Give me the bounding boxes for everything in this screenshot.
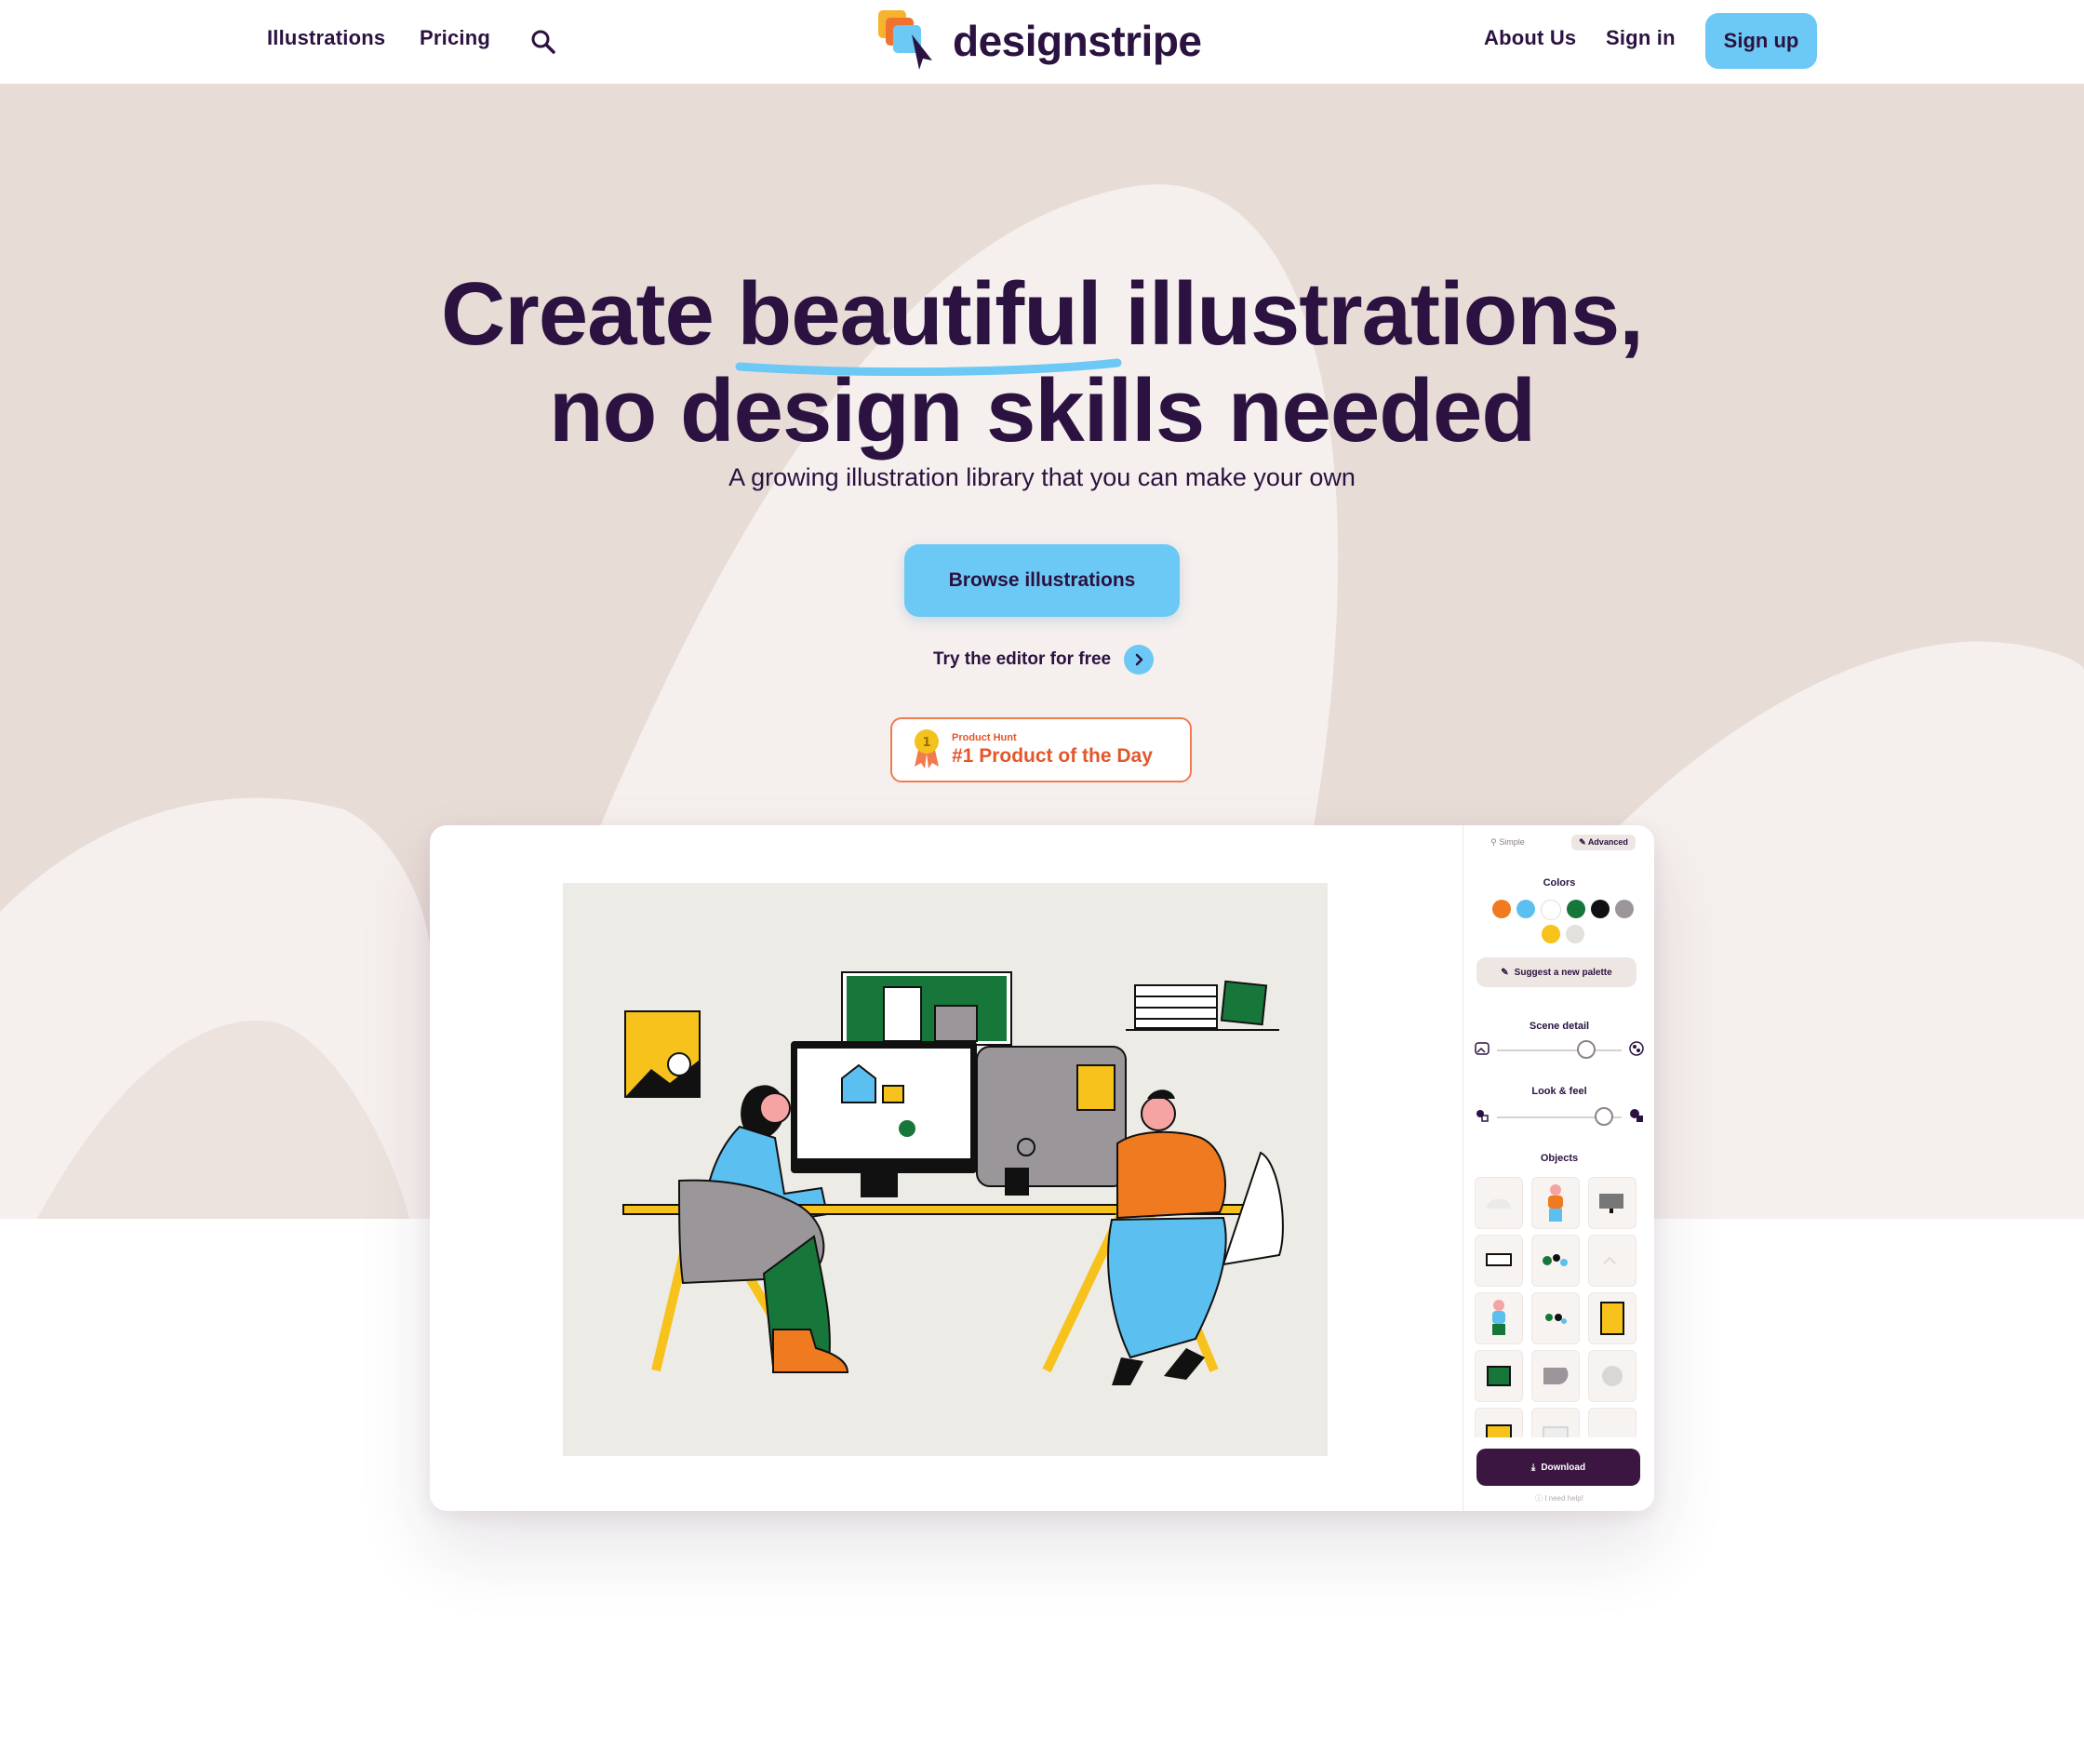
object-blank[interactable] <box>1588 1408 1636 1437</box>
object-plants[interactable] <box>1531 1235 1580 1287</box>
hero-title-highlight: beautiful <box>735 264 1122 376</box>
search-icon[interactable] <box>530 29 556 60</box>
try-editor-link[interactable]: Try the editor for free <box>933 644 1155 675</box>
object-desk-monitor[interactable] <box>1475 1235 1523 1287</box>
download-label: Download <box>1541 1462 1586 1473</box>
editor-side-panel: ⚲ Simple ✎ Advanced Colors ✎ Suggest a n… <box>1463 825 1654 1511</box>
mode-tabs: ⚲ Simple ✎ Advanced <box>1463 835 1654 850</box>
scene-detail-knob[interactable] <box>1577 1040 1596 1059</box>
suggest-palette-button[interactable]: ✎ Suggest a new palette <box>1476 957 1636 987</box>
product-hunt-badge[interactable]: 1 Product Hunt #1 Product of the Day <box>890 717 1192 782</box>
editor-preview: ⚲ Simple ✎ Advanced Colors ✎ Suggest a n… <box>430 825 1654 1511</box>
look-feel-knob[interactable] <box>1595 1107 1614 1126</box>
image-detailed-icon <box>1629 1040 1644 1061</box>
magic-wand-icon: ⚲ <box>1490 837 1497 847</box>
objects-label: Objects <box>1540 1153 1579 1164</box>
colors-label: Colors <box>1543 877 1576 889</box>
hero-title-part2: illustrations, <box>1101 264 1644 364</box>
hero-title-line2: no design skills needed <box>549 361 1536 461</box>
sign-up-button[interactable]: Sign up <box>1705 13 1817 69</box>
look-feel-label: Look & feel <box>1531 1086 1587 1097</box>
object-monitor[interactable] <box>1588 1177 1636 1229</box>
object-person-standing[interactable] <box>1475 1292 1523 1344</box>
object-picture[interactable] <box>1475 1350 1523 1402</box>
help-icon: ⓘ <box>1534 1494 1543 1503</box>
scene-detail-slider[interactable] <box>1497 1040 1622 1059</box>
nav-pricing[interactable]: Pricing <box>420 26 490 50</box>
color-swatch[interactable] <box>1615 900 1634 918</box>
download-icon: ⤓ <box>1530 1462 1536 1473</box>
image-simple-icon <box>1475 1041 1490 1061</box>
color-swatch[interactable] <box>1566 925 1584 943</box>
look-feel-slider[interactable] <box>1497 1107 1622 1126</box>
browse-illustrations-button[interactable]: Browse illustrations <box>904 544 1180 617</box>
object-notes[interactable] <box>1588 1235 1636 1287</box>
office-illustration <box>622 971 1284 1385</box>
logo[interactable]: designstripe <box>875 7 1202 74</box>
color-swatch[interactable] <box>1492 900 1511 918</box>
medal-number: 1 <box>922 736 930 750</box>
object-person-sitting[interactable] <box>1531 1177 1580 1229</box>
objects-grid <box>1475 1177 1646 1437</box>
logo-text: designstripe <box>953 17 1202 65</box>
tab-advanced-label: Advanced <box>1587 837 1628 847</box>
download-button[interactable]: ⤓ Download <box>1476 1449 1640 1486</box>
try-editor-label: Try the editor for free <box>933 649 1112 669</box>
object-map[interactable] <box>1531 1292 1580 1344</box>
object-shelf[interactable] <box>1531 1408 1580 1437</box>
hero-title: Create beautiful illustrations, no desig… <box>0 266 2084 460</box>
pencil-icon: ✎ <box>1579 837 1586 847</box>
help-label: I need help! <box>1544 1494 1584 1503</box>
nav-about-us[interactable]: About Us <box>1484 26 1576 50</box>
object-frame-yellow[interactable] <box>1588 1292 1636 1344</box>
color-swatch[interactable] <box>1567 900 1585 918</box>
help-link[interactable]: ⓘ I need help! <box>1463 1493 1654 1503</box>
shapes-rich-icon <box>1629 1108 1644 1128</box>
color-palette <box>1484 900 1642 943</box>
tab-advanced[interactable]: ✎ Advanced <box>1571 835 1636 850</box>
color-swatch[interactable] <box>1542 925 1560 943</box>
color-swatch[interactable] <box>1516 900 1535 918</box>
scene-detail-label: Scene detail <box>1529 1021 1590 1032</box>
color-swatch[interactable] <box>1591 900 1610 918</box>
scene-detail-slider-row <box>1475 1039 1644 1062</box>
tab-simple-label: Simple <box>1499 837 1525 847</box>
chevron-right-icon <box>1124 645 1155 675</box>
brush-icon: ✎ <box>1501 967 1509 978</box>
look-feel-slider-row <box>1475 1106 1644 1129</box>
object-armchair[interactable] <box>1531 1350 1580 1402</box>
hero-title-part1: Create <box>441 264 738 364</box>
hero-subtitle: A growing illustration library that you … <box>728 463 1356 491</box>
badge-title: #1 Product of the Day <box>952 745 1153 767</box>
medal-icon: 1 <box>911 728 942 773</box>
badge-source: Product Hunt <box>952 732 1017 743</box>
object-wall-art[interactable] <box>1475 1408 1523 1437</box>
shapes-simple-icon <box>1475 1108 1490 1128</box>
color-swatch[interactable] <box>1541 900 1561 920</box>
hero-title-highlight-text: beautiful <box>737 264 1102 364</box>
suggest-palette-label: Suggest a new palette <box>1514 967 1612 978</box>
object-chair[interactable] <box>1475 1177 1523 1229</box>
underline-squiggle <box>735 358 1122 376</box>
illustration-canvas[interactable] <box>563 883 1328 1456</box>
object-clock[interactable] <box>1588 1350 1636 1402</box>
tab-simple[interactable]: ⚲ Simple <box>1483 835 1532 850</box>
nav-illustrations[interactable]: Illustrations <box>267 26 385 50</box>
logo-mark-icon <box>875 7 940 76</box>
nav-sign-in[interactable]: Sign in <box>1606 26 1676 50</box>
